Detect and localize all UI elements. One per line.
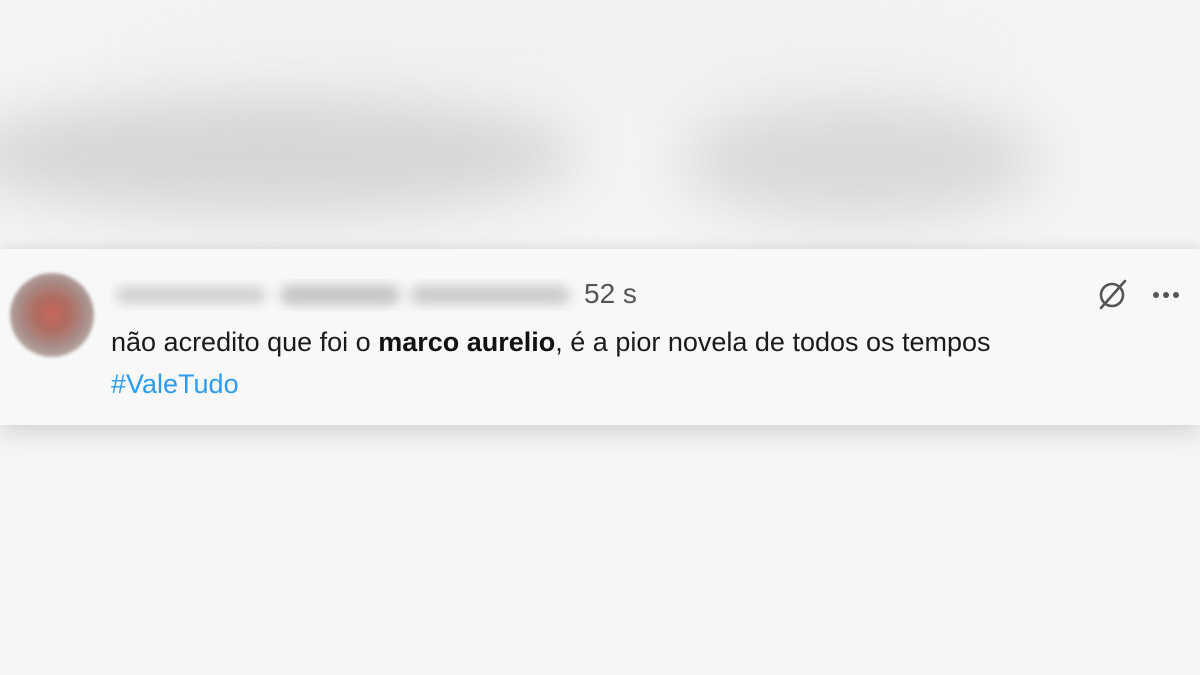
blurred-shape: [120, 20, 1020, 80]
tweet-card[interactable]: 52 s não acredito que foi o marco aureli…: [0, 249, 1200, 425]
avatar[interactable]: [10, 273, 94, 357]
blurred-name-part: [280, 285, 400, 305]
more-options-icon[interactable]: [1148, 277, 1184, 313]
tweet-text: não acredito que foi o marco aurelio, é …: [111, 321, 1191, 405]
grok-icon[interactable]: [1095, 276, 1131, 312]
blurred-shape: [680, 100, 1040, 220]
tweet-timestamp[interactable]: 52 s: [584, 278, 637, 310]
blurred-name-part: [116, 287, 266, 303]
tweet-text-part: , é a pior novela de todos os tempos: [555, 327, 991, 357]
tweet-text-part: não acredito que foi o: [111, 327, 379, 357]
blurred-handle-part: [410, 286, 570, 304]
blurred-background-content: [0, 0, 1200, 250]
blurred-shape: [0, 95, 580, 215]
hashtag-link[interactable]: #ValeTudo: [111, 369, 239, 399]
blurred-username[interactable]: [110, 279, 580, 311]
tweet-text-bold: marco aurelio: [378, 327, 556, 357]
